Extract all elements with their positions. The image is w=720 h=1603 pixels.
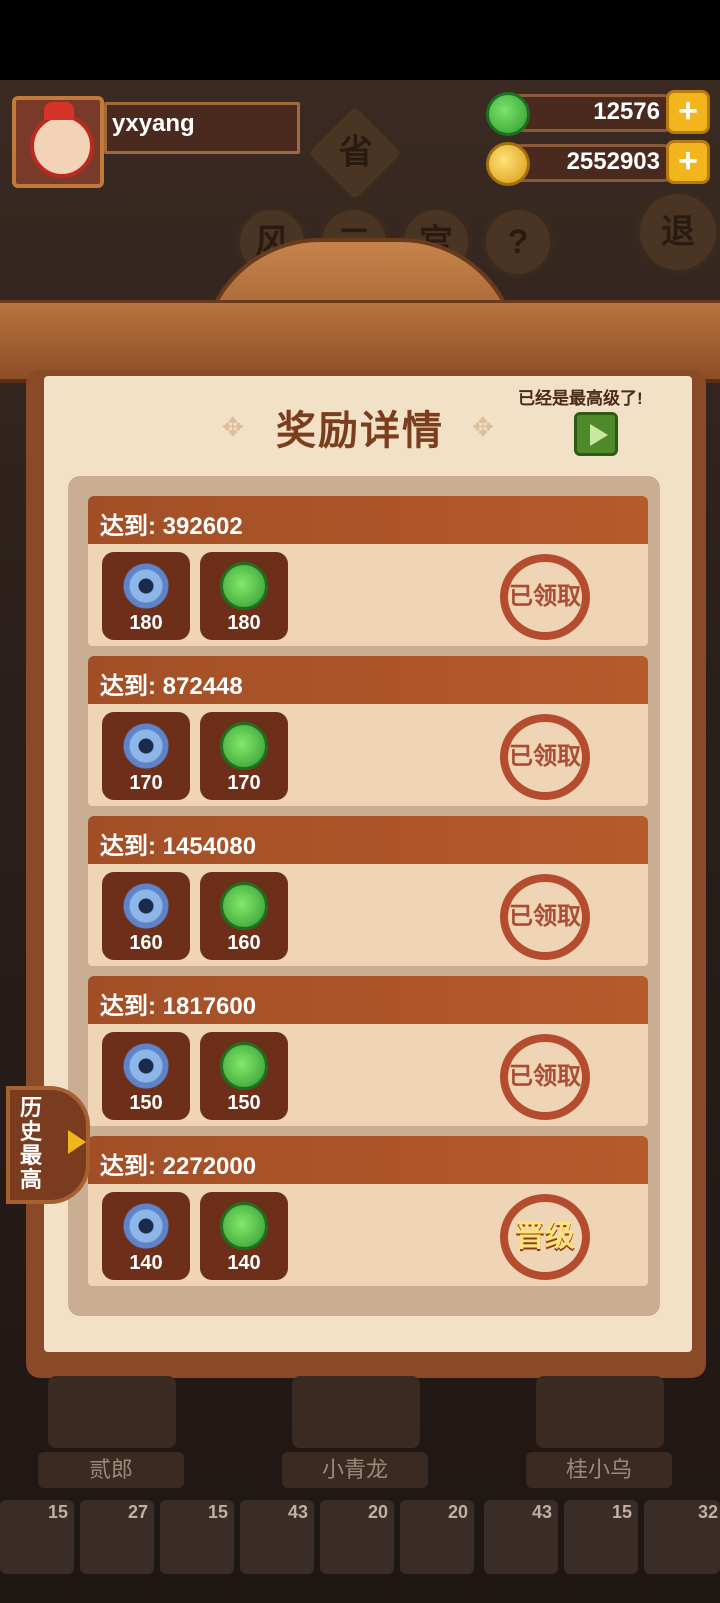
jade-icon xyxy=(486,92,530,136)
promote-button[interactable]: 晋级 xyxy=(500,1194,590,1280)
reward-row: 达到: 1454080 160 160 已领取 xyxy=(88,816,648,966)
row-threshold: 达到: 1817600 xyxy=(100,993,257,1020)
reward-count: 180 xyxy=(129,612,163,634)
reward-item-green[interactable]: 180 xyxy=(200,552,288,640)
bg-exit-icon: 退 xyxy=(636,190,720,274)
reward-item-blue[interactable]: 160 xyxy=(102,872,190,960)
reward-item-blue[interactable]: 170 xyxy=(102,712,190,800)
green-jade-icon xyxy=(220,722,268,770)
reward-count: 160 xyxy=(129,932,163,954)
title-ornament-right: ✥ xyxy=(472,412,494,442)
panel-title: 奖励详情 xyxy=(276,409,444,453)
food-count: 15 xyxy=(47,1502,68,1522)
character-name: 桂小乌 xyxy=(526,1452,672,1488)
add-jade-button[interactable]: + xyxy=(666,90,710,134)
food-count: 43 xyxy=(287,1502,308,1522)
blue-jade-disc-icon xyxy=(122,882,170,930)
avatar-hat xyxy=(44,102,74,120)
reward-count: 140 xyxy=(227,1252,261,1274)
reward-count: 150 xyxy=(227,1092,261,1114)
avatar-face xyxy=(30,114,94,178)
food-count: 20 xyxy=(447,1502,468,1522)
blue-jade-disc-icon xyxy=(122,722,170,770)
character-name: 小青龙 xyxy=(282,1452,428,1488)
character-name: 贰郎 xyxy=(38,1452,184,1488)
row-threshold: 达到: 2272000 xyxy=(100,1153,257,1180)
max-level-note: 已经是最高级了! xyxy=(518,389,643,408)
reward-count: 170 xyxy=(129,772,163,794)
blue-jade-disc-icon xyxy=(122,1042,170,1090)
green-jade-icon xyxy=(220,882,268,930)
row-threshold: 达到: 872448 xyxy=(100,673,243,700)
blue-jade-disc-icon xyxy=(122,1202,170,1250)
claimed-stamp: 已领取 xyxy=(500,1034,590,1120)
food-count: 15 xyxy=(611,1502,632,1522)
reward-row: 达到: 392602 180 180 已领取 xyxy=(88,496,648,646)
food-count: 15 xyxy=(207,1502,228,1522)
reward-count: 140 xyxy=(129,1252,163,1274)
green-jade-icon xyxy=(220,1042,268,1090)
jade-amount: 12576 xyxy=(593,98,660,125)
claimed-stamp: 已领取 xyxy=(500,874,590,960)
row-threshold: 达到: 392602 xyxy=(100,513,243,540)
reward-row: 达到: 2272000 140 140 晋级 xyxy=(88,1136,648,1286)
green-jade-icon xyxy=(220,562,268,610)
avatar[interactable] xyxy=(12,96,104,188)
reward-item-green[interactable]: 170 xyxy=(200,712,288,800)
green-jade-icon xyxy=(220,1202,268,1250)
coin-amount: 2552903 xyxy=(566,148,660,175)
coin-icon xyxy=(486,142,530,186)
reward-item-blue[interactable]: 150 xyxy=(102,1032,190,1120)
character-card xyxy=(292,1376,420,1448)
reward-count: 170 xyxy=(227,772,261,794)
history-best-label: 历史最高 xyxy=(20,1095,43,1192)
reward-item-green[interactable]: 160 xyxy=(200,872,288,960)
food-count: 43 xyxy=(531,1502,552,1522)
bg-help-icon: ? xyxy=(482,206,554,278)
status-bar xyxy=(0,0,720,80)
reward-item-green[interactable]: 140 xyxy=(200,1192,288,1280)
reward-count: 150 xyxy=(129,1092,163,1114)
province-badge: 省 xyxy=(302,100,408,206)
food-count: 32 xyxy=(697,1502,718,1522)
reward-item-blue[interactable]: 180 xyxy=(102,552,190,640)
character-card xyxy=(48,1376,176,1448)
character-card xyxy=(536,1376,664,1448)
add-coins-button[interactable]: + xyxy=(666,140,710,184)
play-button[interactable] xyxy=(574,412,618,456)
reward-count: 160 xyxy=(227,932,261,954)
claimed-stamp: 已领取 xyxy=(500,714,590,800)
blue-jade-disc-icon xyxy=(122,562,170,610)
reward-item-green[interactable]: 150 xyxy=(200,1032,288,1120)
reward-row: 达到: 872448 170 170 已领取 xyxy=(88,656,648,806)
food-count: 20 xyxy=(367,1502,388,1522)
row-threshold: 达到: 1454080 xyxy=(100,833,257,860)
food-count: 27 xyxy=(127,1502,148,1522)
reward-row: 达到: 1817600 150 150 已领取 xyxy=(88,976,648,1126)
reward-item-blue[interactable]: 140 xyxy=(102,1192,190,1280)
username: yxyang xyxy=(112,110,195,137)
chevron-right-icon xyxy=(68,1130,86,1154)
reward-count: 180 xyxy=(227,612,261,634)
claimed-stamp: 已领取 xyxy=(500,554,590,640)
